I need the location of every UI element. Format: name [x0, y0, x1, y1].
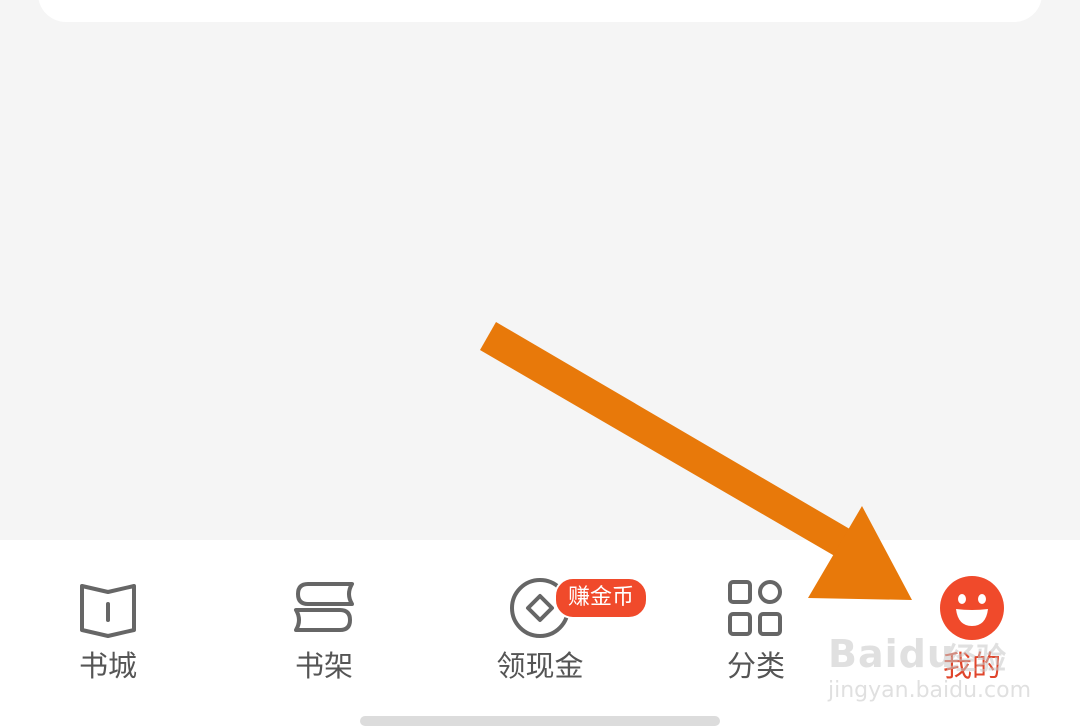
- bookstore-icon: [74, 574, 142, 642]
- nav-label-bookshelf: 书架: [294, 649, 353, 683]
- content-card: [38, 0, 1042, 22]
- profile-smile-icon: [938, 574, 1006, 642]
- earn-coins-badge: 赚金币: [554, 577, 649, 619]
- arrow-shaft: [480, 322, 860, 562]
- nav-item-category[interactable]: 分类: [648, 540, 864, 710]
- nav-item-profile[interactable]: 我的: [864, 540, 1080, 710]
- category-grid-icon: [722, 574, 790, 642]
- nav-label-profile: 我的: [942, 649, 1001, 683]
- screen: 书城 书架 领现金 分类 我的 赚金币 Baidu 经验 jingyan.bai…: [0, 0, 1080, 726]
- home-indicator[interactable]: [360, 716, 720, 726]
- nav-item-bookshelf[interactable]: 书架: [216, 540, 432, 710]
- nav-label-category: 分类: [726, 649, 785, 683]
- bookshelf-icon: [290, 574, 358, 642]
- nav-item-cash[interactable]: 领现金: [432, 540, 648, 710]
- nav-item-bookstore[interactable]: 书城: [0, 540, 216, 710]
- nav-label-cash: 领现金: [496, 649, 584, 683]
- bottom-navigation-bar: 书城 书架 领现金 分类 我的: [0, 540, 1080, 726]
- nav-label-bookstore: 书城: [78, 649, 137, 683]
